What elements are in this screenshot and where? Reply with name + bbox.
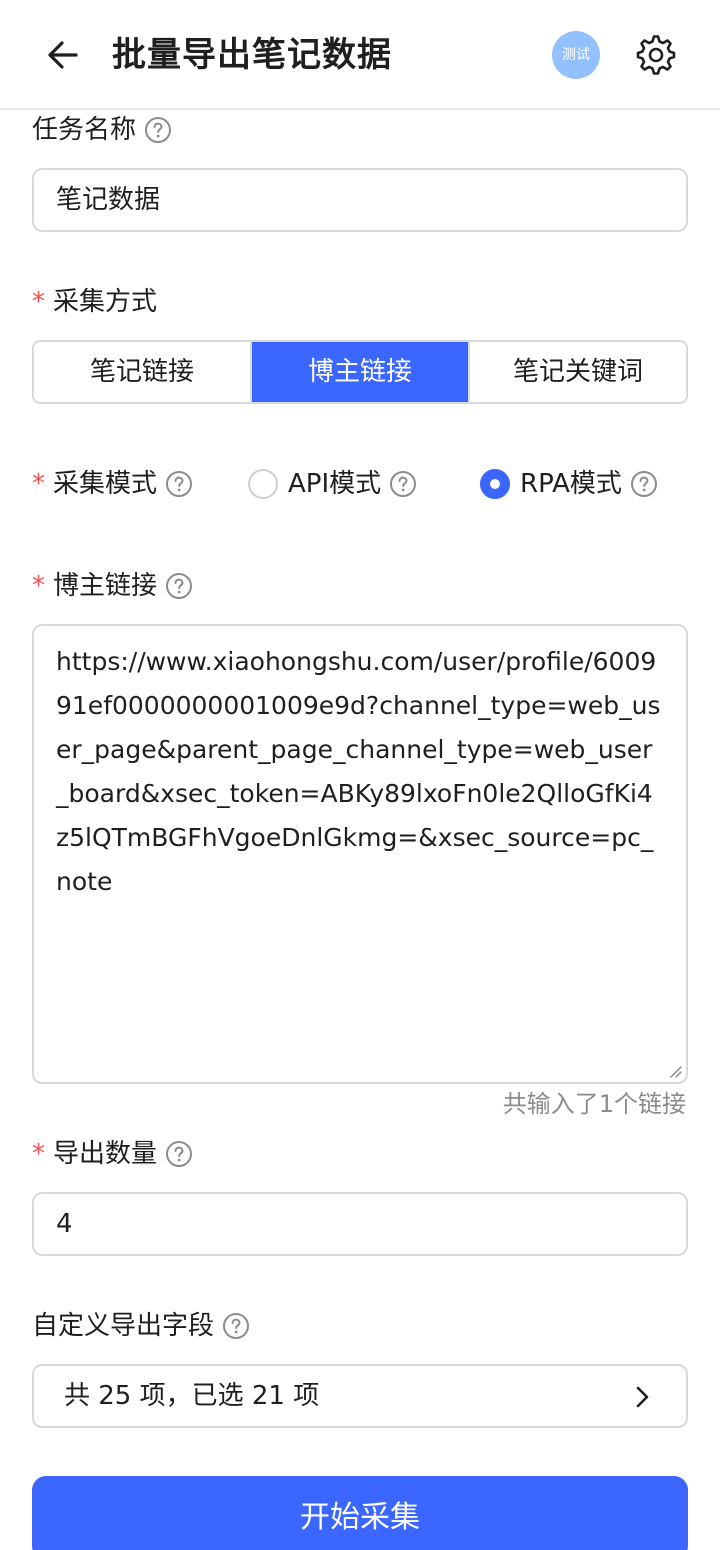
chevron-right-icon xyxy=(636,1386,649,1408)
blogger-link-label-text: 博主链接 xyxy=(53,571,158,601)
custom-fields-label: 自定义导出字段 xyxy=(32,1308,250,1344)
segment-note-link[interactable]: 笔记链接 xyxy=(34,342,252,402)
question-circle-icon[interactable] xyxy=(222,1312,250,1340)
segment-note-keyword[interactable]: 笔记关键词 xyxy=(470,342,686,402)
required-asterisk: * xyxy=(32,571,45,601)
top-bar: 批量导出笔记数据 测试 xyxy=(0,0,720,110)
export-count-label: * 导出数量 xyxy=(32,1136,193,1172)
resize-grip-icon[interactable] xyxy=(666,1062,682,1078)
blogger-link-label: * 博主链接 xyxy=(32,568,193,604)
question-circle-icon[interactable] xyxy=(165,572,193,600)
required-asterisk: * xyxy=(32,469,45,499)
collect-mode-label: * 采集模式 xyxy=(32,466,193,502)
custom-fields-select[interactable]: 共 25 项，已选 21 项 xyxy=(32,1364,688,1428)
question-circle-icon[interactable] xyxy=(144,116,172,144)
required-asterisk: * xyxy=(32,287,45,317)
question-circle-icon[interactable] xyxy=(630,470,658,498)
arrow-left-icon[interactable] xyxy=(40,34,88,76)
task-name-label-text: 任务名称 xyxy=(32,115,137,145)
gear-icon[interactable] xyxy=(634,33,678,77)
start-collect-button[interactable]: 开始采集 xyxy=(32,1476,688,1550)
required-asterisk: * xyxy=(32,1139,45,1169)
task-name-label: 任务名称 xyxy=(32,112,172,148)
page-title: 批量导出笔记数据 xyxy=(112,35,392,75)
export-count-label-text: 导出数量 xyxy=(53,1139,158,1169)
radio-rpa-label: RPA模式 xyxy=(520,469,622,499)
collect-mode-label-text: 采集模式 xyxy=(53,469,158,499)
blogger-link-text: https://www.xiaohongshu.com/user/profile… xyxy=(56,647,661,896)
segment-blogger-link[interactable]: 博主链接 xyxy=(252,342,470,402)
radio-rpa-mode[interactable]: RPA模式 xyxy=(480,464,658,504)
question-circle-icon[interactable] xyxy=(165,1140,193,1168)
radio-checked-icon xyxy=(480,469,510,499)
link-count-hint: 共输入了1个链接 xyxy=(502,1090,686,1118)
question-circle-icon[interactable] xyxy=(389,470,417,498)
radio-api-label: API模式 xyxy=(288,469,382,499)
collect-method-segmented: 笔记链接 博主链接 笔记关键词 xyxy=(32,340,688,404)
custom-fields-label-text: 自定义导出字段 xyxy=(32,1311,215,1341)
question-circle-icon[interactable] xyxy=(165,470,193,498)
custom-fields-summary: 共 25 项，已选 21 项 xyxy=(64,1381,320,1411)
task-name-input[interactable]: 笔记数据 xyxy=(32,168,688,232)
radio-unchecked-icon xyxy=(248,469,278,499)
radio-api-mode[interactable]: API模式 xyxy=(248,464,417,504)
collect-method-label: * 采集方式 xyxy=(32,284,157,320)
avatar[interactable]: 测试 xyxy=(552,31,600,79)
collect-method-label-text: 采集方式 xyxy=(53,287,158,317)
export-count-input[interactable]: 4 xyxy=(32,1192,688,1256)
blogger-link-textarea[interactable]: https://www.xiaohongshu.com/user/profile… xyxy=(32,624,688,1084)
